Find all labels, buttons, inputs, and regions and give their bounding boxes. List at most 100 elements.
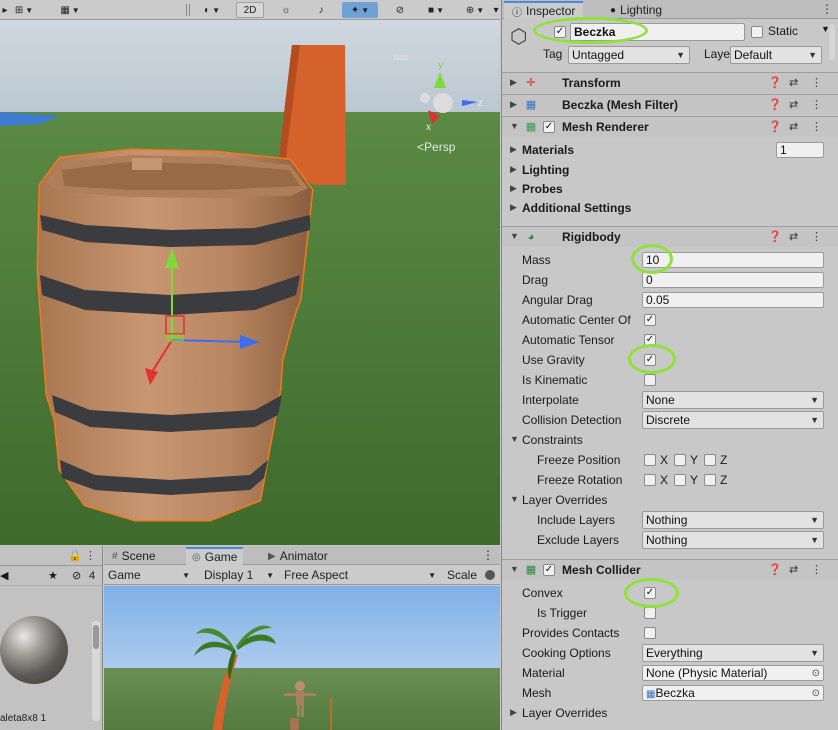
is-trigger-checkbox[interactable] (644, 607, 656, 619)
materials-row[interactable]: ▶ Materials 1 (502, 140, 838, 160)
exclude-layers-dropdown[interactable]: Nothing ▼ (642, 531, 824, 549)
gizmos-icon[interactable]: ⊕ ▼ (458, 2, 492, 18)
grid-snap-icon[interactable]: ⊞ ▼ (13, 2, 35, 18)
hidden-packages-icon[interactable]: ⊘ (72, 569, 81, 582)
more-options-icon[interactable]: ⋮ (811, 76, 822, 89)
tag-dropdown[interactable]: Untagged ▼ (568, 46, 690, 64)
freeze-rotation-x-checkbox[interactable] (644, 474, 656, 486)
scene-viewport[interactable]: y z x (0, 20, 500, 545)
drag-field[interactable]: 0 (642, 272, 824, 288)
help-icon[interactable]: ❓ (768, 563, 782, 576)
lighting-row[interactable]: ▶ Lighting (502, 160, 838, 180)
preset-icon[interactable]: ⇄ (789, 98, 798, 111)
asset-label[interactable]: aleta8x8 1 (0, 713, 46, 724)
tab-lighting[interactable]: ● Lighting (602, 1, 670, 19)
inspector-scrollbar[interactable] (829, 24, 835, 60)
tab-game[interactable]: ◎ Game (186, 547, 244, 565)
more-options-icon[interactable]: ⋮ (811, 563, 822, 576)
project-scrollbar[interactable] (92, 621, 100, 721)
tag-icon[interactable]: ◀ (0, 569, 8, 582)
preset-icon[interactable]: ⇄ (789, 230, 798, 243)
convex-checkbox[interactable]: ✓ (644, 587, 656, 599)
foldout-arrow-icon[interactable]: ▶ (510, 164, 517, 175)
include-layers-dropdown[interactable]: Nothing ▼ (642, 511, 824, 529)
effects-icon[interactable]: ✦ ▼ (342, 2, 378, 18)
object-picker-icon[interactable]: ⊙ (812, 687, 820, 701)
provides-contacts-checkbox[interactable] (644, 627, 656, 639)
layer-dropdown[interactable]: Default ▼ (730, 46, 822, 64)
foldout-arrow-icon[interactable]: ▶ (510, 707, 517, 718)
camera-icon[interactable]: ■ ▼ (420, 2, 452, 18)
more-options-icon[interactable]: ⋮ (811, 120, 822, 133)
preset-icon[interactable]: ⇄ (789, 120, 798, 133)
more-options-icon[interactable]: ⋮ (821, 2, 833, 16)
freeze-position-y-checkbox[interactable] (674, 454, 686, 466)
scale-handle[interactable] (485, 570, 495, 580)
help-icon[interactable]: ❓ (768, 120, 782, 133)
cooking-options-dropdown[interactable]: Everything ▼ (642, 644, 824, 662)
more-options-icon[interactable]: ⋮ (482, 548, 494, 562)
audio-icon[interactable]: ♪ (312, 2, 330, 18)
preset-icon[interactable]: ⇄ (789, 563, 798, 576)
foldout-arrow-icon[interactable]: ▼ (510, 434, 519, 444)
object-picker-icon[interactable]: ⊙ (812, 667, 820, 681)
mass-field[interactable]: 10 (642, 252, 824, 268)
foldout-arrow-icon[interactable]: ▶ (510, 77, 517, 88)
mesh-collider-enabled-checkbox[interactable]: ✓ (543, 564, 555, 576)
additional-settings-row[interactable]: ▶ Additional Settings (502, 198, 838, 218)
lighting-toggle-icon[interactable]: ☼ (277, 2, 295, 18)
scale-slider[interactable]: Scale (447, 566, 497, 584)
foldout-arrow-icon[interactable]: ▶ (510, 99, 517, 110)
active-checkbox[interactable]: ✓ (554, 26, 566, 38)
auto-center-checkbox[interactable]: ✓ (644, 314, 656, 326)
auto-tensor-checkbox[interactable]: ✓ (644, 334, 656, 346)
material-thumbnail[interactable] (0, 616, 68, 684)
display-mode-dropdown[interactable]: Game ▼ (108, 566, 194, 584)
tab-scene[interactable]: # Scene (106, 547, 162, 565)
foldout-arrow-icon[interactable]: ▼ (510, 494, 519, 504)
2d-toggle-button[interactable]: 2D (236, 2, 264, 18)
shading-icon[interactable]: ◐ ▼ (196, 2, 228, 18)
object-name-field[interactable]: Beczka (570, 23, 745, 41)
component-header-mesh-collider[interactable]: ▼ ▦ ✓ Mesh Collider ❓ ⇄ ⋮ (502, 559, 838, 580)
grid-icon[interactable]: ▦ ▼ (55, 2, 85, 18)
constraints-row[interactable]: ▼ Constraints (502, 430, 838, 450)
foldout-arrow-icon[interactable]: ▼ (510, 231, 519, 241)
materials-count-field[interactable]: 1 (776, 142, 824, 158)
more-options-icon[interactable]: ⋮ (85, 549, 96, 562)
help-icon[interactable]: ❓ (768, 98, 782, 111)
tab-inspector[interactable]: ⓘ Inspector (504, 1, 584, 19)
display-dropdown[interactable]: Display 1 ▼ (204, 566, 278, 584)
preset-icon[interactable]: ⇄ (789, 76, 798, 89)
mesh-object-field[interactable]: ▦Beczka ⊙ (642, 685, 824, 701)
freeze-rotation-z-checkbox[interactable] (704, 474, 716, 486)
interpolate-dropdown[interactable]: None ▼ (642, 391, 824, 409)
help-icon[interactable]: ❓ (768, 76, 782, 89)
component-header-mesh-renderer[interactable]: ▼ ▦ ✓ Mesh Renderer ❓ ⇄ ⋮ (502, 116, 838, 137)
game-viewport[interactable] (104, 586, 500, 730)
scene-view-panel[interactable]: ▸ ⊞ ▼ ▦ ▼ ◐ ▼ 2D ☼ ♪ ✦ ▼ ⊘ ■ ▼ ⊕ ▼ ▾ y z… (0, 0, 500, 545)
use-gravity-checkbox[interactable]: ✓ (644, 354, 656, 366)
help-icon[interactable]: ❓ (768, 230, 782, 243)
freeze-position-x-checkbox[interactable] (644, 454, 656, 466)
star-icon[interactable]: ★ (48, 569, 58, 582)
more-options-icon[interactable]: ⋮ (811, 230, 822, 243)
projection-label[interactable]: <Persp (417, 140, 455, 154)
freeze-rotation-y-checkbox[interactable] (674, 474, 686, 486)
foldout-arrow-icon[interactable]: ▶ (510, 202, 517, 213)
component-header-transform[interactable]: ▶ ✛ Transform ❓ ⇄ ⋮ (502, 72, 838, 93)
material-object-field[interactable]: None (Physic Material) ⊙ (642, 665, 824, 681)
more-options-icon[interactable]: ⋮ (811, 98, 822, 111)
foldout-arrow-icon[interactable]: ▶ (510, 183, 517, 194)
foldout-arrow-icon[interactable]: ▼ (510, 121, 519, 131)
component-header-rigidbody[interactable]: ▼ ◕ Rigidbody ❓ ⇄ ⋮ (502, 226, 838, 247)
aspect-dropdown[interactable]: Free Aspect ▼ (284, 566, 440, 584)
foldout-arrow-icon[interactable]: ▼ (510, 564, 519, 574)
freeze-position-z-checkbox[interactable] (704, 454, 716, 466)
collision-detection-dropdown[interactable]: Discrete ▼ (642, 411, 824, 429)
mesh-renderer-enabled-checkbox[interactable]: ✓ (543, 121, 555, 133)
hand-tool-icon[interactable]: ▸ (0, 2, 10, 18)
probes-row[interactable]: ▶ Probes (502, 179, 838, 199)
visibility-icon[interactable]: ⊘ (390, 2, 410, 18)
static-checkbox[interactable] (751, 26, 763, 38)
